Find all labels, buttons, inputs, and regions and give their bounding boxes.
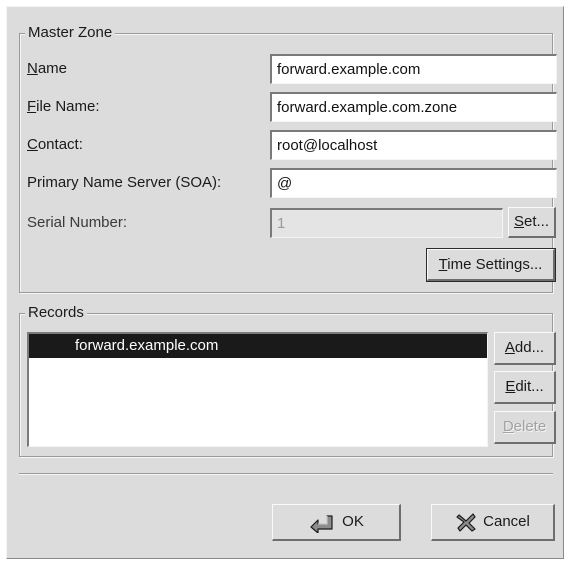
cancel-button[interactable]: Cancel	[431, 504, 555, 541]
serial-number-label: Serial Number:	[27, 214, 128, 231]
records-title: Records	[25, 304, 87, 322]
dialog-separator	[19, 473, 553, 475]
time-settings-button[interactable]: Time Settings...	[426, 248, 556, 282]
name-label: Name	[27, 60, 68, 77]
time-settings-label: Time Settings...	[438, 255, 543, 273]
add-record-button[interactable]: Add...	[494, 332, 556, 365]
primary-name-server-field[interactable]	[270, 168, 557, 198]
delete-record-button: Delete	[494, 411, 556, 444]
edit-record-button[interactable]: Edit...	[494, 371, 556, 404]
ok-button[interactable]: OK	[272, 504, 401, 541]
list-item[interactable]: forward.example.com	[29, 334, 487, 358]
set-serial-button[interactable]: Set...	[508, 207, 556, 238]
master-zone-dialog: Master Zone Name File Name: Contact: Pri…	[6, 6, 564, 559]
ok-arrow-icon	[308, 511, 336, 533]
records-list[interactable]: forward.example.com	[27, 332, 488, 447]
file-name-field[interactable]	[270, 92, 557, 122]
edit-button-label: Edit...	[505, 378, 544, 395]
add-button-label: Add...	[504, 339, 545, 356]
cancel-x-icon	[455, 511, 477, 533]
delete-button-label: Delete	[502, 418, 547, 435]
set-button-label: Set...	[513, 213, 550, 230]
primary-name-server-label: Primary Name Server (SOA):	[27, 174, 222, 191]
ok-label: OK	[342, 513, 364, 530]
cancel-label: Cancel	[483, 513, 530, 530]
name-label-rest: ame	[37, 60, 68, 77]
master-zone-title: Master Zone	[25, 24, 116, 42]
serial-number-field	[270, 208, 503, 238]
contact-label: Contact:	[27, 136, 83, 153]
name-field[interactable]	[270, 54, 557, 84]
file-name-label: File Name:	[27, 98, 100, 115]
contact-field[interactable]	[270, 130, 557, 160]
